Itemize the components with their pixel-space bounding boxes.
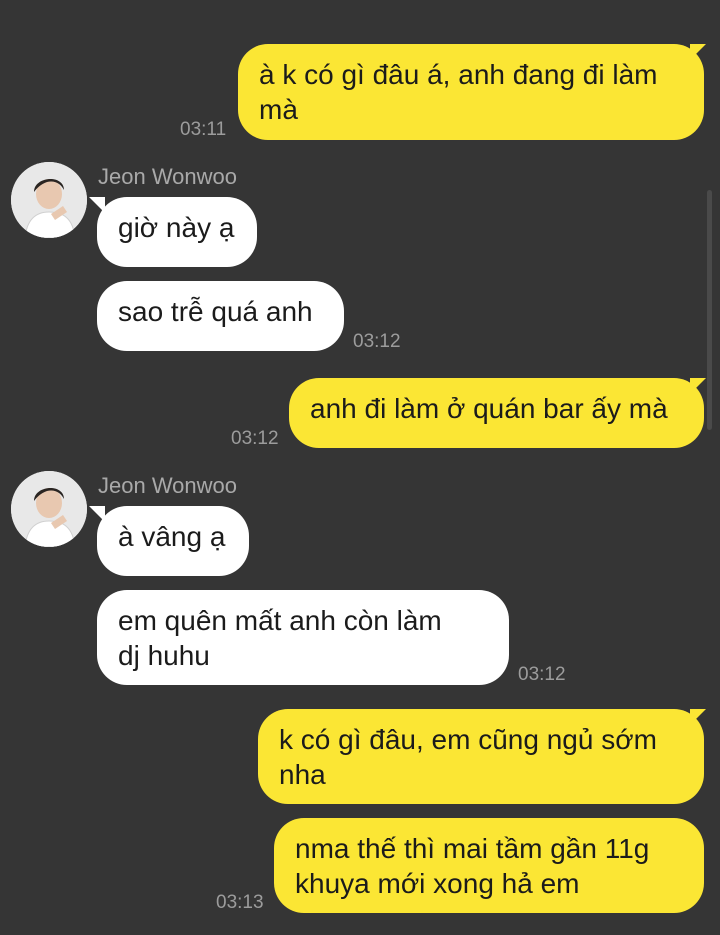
message-timestamp: 03:12 [231,428,279,449]
avatar-photo-icon [11,471,87,547]
their-message-bubble[interactable]: em quên mất anh còn làm dj huhu [97,590,509,685]
scrollbar[interactable] [707,190,712,430]
message-timestamp: 03:12 [518,664,566,685]
avatar-photo-icon [11,162,87,238]
my-message-bubble[interactable]: nma thế thì mai tầm gần 11g khuya mới xo… [274,818,704,913]
bubble-tail [690,44,706,60]
their-message-bubble[interactable]: à vâng ạ [97,506,249,576]
sender-name: Jeon Wonwoo [98,473,238,498]
sender-name: Jeon Wonwoo [98,164,238,189]
my-message-bubble[interactable]: anh đi làm ở quán bar ấy mà [289,378,704,448]
their-message-bubble[interactable]: sao trễ quá anh [97,281,344,351]
bubble-tail [89,197,105,213]
my-message-bubble[interactable]: k có gì đâu, em cũng ngủ sớm nha [258,709,704,804]
message-timestamp: 03:11 [180,119,227,140]
bubble-tail [690,709,706,725]
contact-avatar[interactable] [11,162,87,238]
bubble-tail [89,506,105,522]
message-timestamp: 03:12 [353,331,401,352]
my-message-bubble[interactable]: à k có gì đâu á, anh đang đi làm mà [238,44,704,140]
bubble-tail [690,378,706,394]
their-message-bubble[interactable]: giờ này ạ [97,197,257,267]
contact-avatar[interactable] [11,471,87,547]
message-timestamp: 03:13 [216,892,264,913]
